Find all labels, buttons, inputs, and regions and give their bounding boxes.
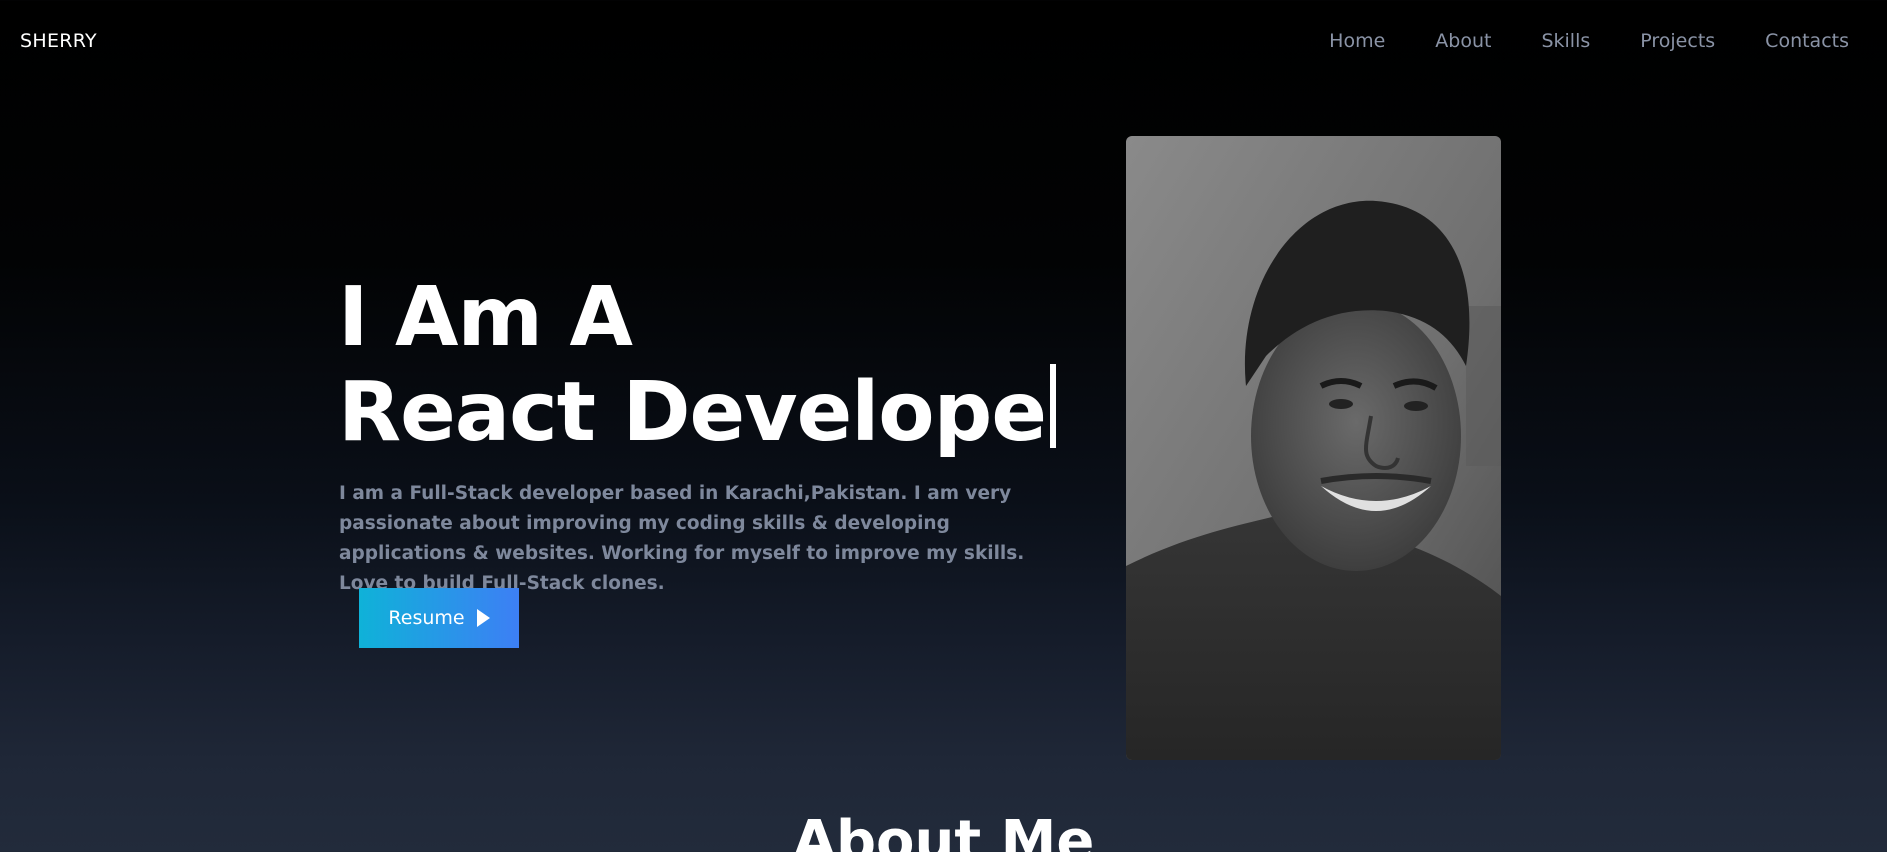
profile-photo <box>1126 136 1501 760</box>
play-icon <box>476 609 490 627</box>
nav-link-projects[interactable]: Projects <box>1640 30 1715 52</box>
hero-title-line2-wrap: React Develope <box>338 364 1056 459</box>
brand-logo[interactable]: SHERRY <box>20 30 97 52</box>
nav-link-home[interactable]: Home <box>1329 30 1385 52</box>
hero-description: I am a Full-Stack developer based in Kar… <box>339 483 1025 594</box>
hero-title-line2: React Develope <box>338 365 1047 460</box>
about-heading: About Me <box>792 809 1095 852</box>
nav-link-contacts[interactable]: Contacts <box>1765 30 1849 52</box>
hero-title: I Am A React Develope <box>338 272 1056 459</box>
resume-button-label: Resume <box>388 607 465 629</box>
hero-title-line1: I Am A <box>338 270 633 365</box>
typing-cursor <box>1049 364 1056 448</box>
navbar: SHERRY Home About Skills Projects Contac… <box>0 0 1887 84</box>
nav-link-skills[interactable]: Skills <box>1541 30 1590 52</box>
nav-link-about[interactable]: About <box>1435 30 1491 52</box>
resume-button[interactable]: Resume <box>359 588 519 648</box>
nav-links: Home About Skills Projects Contacts <box>1279 30 1849 52</box>
